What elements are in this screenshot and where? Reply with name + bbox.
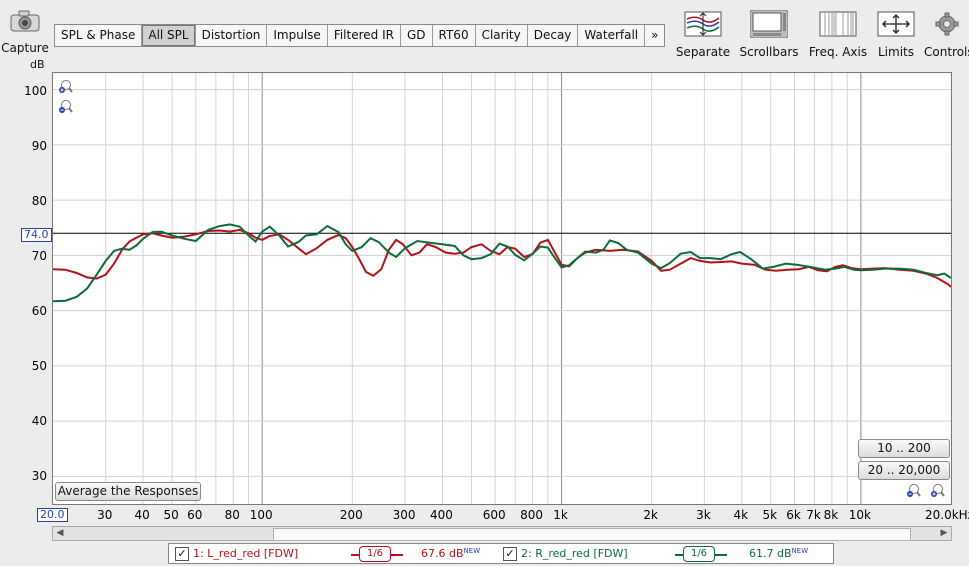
tab-filtered-ir[interactable]: Filtered IR <box>328 25 401 46</box>
legend-checkbox-2[interactable]: ✓ <box>503 547 517 561</box>
freq-axis-button[interactable]: Freq. Axis <box>807 10 869 59</box>
spl-plot[interactable] <box>53 73 951 504</box>
smoothing-badge-2[interactable]: 1/6 <box>683 546 715 562</box>
y-tick-label: 100 <box>24 84 47 98</box>
legend-value-1: 67.6 dBNEW <box>421 547 480 560</box>
scroll-left-icon[interactable]: ◀ <box>53 527 67 540</box>
new-badge-2: NEW <box>791 547 809 555</box>
tab-impulse[interactable]: Impulse <box>267 25 328 46</box>
y-tick-label: 60 <box>31 304 47 318</box>
freq-axis-icon <box>819 11 857 37</box>
legend-value-2-text: 61.7 dB <box>749 547 792 560</box>
horizontal-grid <box>53 89 951 477</box>
x-tick-label: 1k <box>553 508 568 522</box>
limits-label: Limits <box>878 45 914 59</box>
camera-icon <box>10 10 40 32</box>
zoom-out-icon[interactable] <box>57 99 73 115</box>
legend-bar: ✓ 1: L_red_red [FDW] 1/6 67.6 dBNEW ✓ 2:… <box>168 543 834 564</box>
zoom-in-icon[interactable] <box>57 79 73 95</box>
x-tick-label: 400 <box>429 508 453 522</box>
y-unit-label: dB <box>30 58 45 71</box>
average-responses-button[interactable]: Average the Responses <box>55 482 201 501</box>
x-zoom-in-icon[interactable] <box>929 483 945 499</box>
tab-all-spl[interactable]: All SPL <box>142 25 196 46</box>
smoothing-badge-1[interactable]: 1/6 <box>359 546 391 562</box>
gear-icon <box>935 12 959 36</box>
x-start-value-box[interactable]: 20.0 <box>37 508 68 522</box>
capture-button[interactable]: Capture <box>0 10 50 55</box>
x-tick-label: 30 <box>97 508 113 522</box>
scrollbar-thumb[interactable] <box>273 528 911 541</box>
legend-label-2[interactable]: 2: R_red_red [FDW] <box>521 547 628 560</box>
x-tick-label: 200 <box>339 508 363 522</box>
x-tick-label: 20.0kHz <box>925 508 969 522</box>
horizontal-scrollbar[interactable]: ◀ ▶ <box>52 526 952 541</box>
x-tick-label: 10k <box>848 508 871 522</box>
controls-label: Controls <box>924 45 969 59</box>
graph-tabs: SPL & Phase All SPL Distortion Impulse F… <box>54 24 666 47</box>
tab-distortion[interactable]: Distortion <box>196 25 268 46</box>
scrollbars-label: Scrollbars <box>739 45 799 59</box>
tab-waterfall[interactable]: Waterfall <box>578 25 646 46</box>
tab-gd[interactable]: GD <box>401 25 433 46</box>
tab-more[interactable]: » <box>645 25 664 46</box>
x-tick-label: 2k <box>643 508 658 522</box>
legend-checkbox-1[interactable]: ✓ <box>175 547 189 561</box>
limits-icon <box>877 11 915 37</box>
y-tick-label: 80 <box>31 194 47 208</box>
legend-label-1[interactable]: 1: L_red_red [FDW] <box>193 547 298 560</box>
tab-decay[interactable]: Decay <box>528 25 579 46</box>
scrollbars-icon <box>749 9 789 39</box>
y-tick-label: 40 <box>31 414 47 428</box>
x-tick-label: 100 <box>249 508 273 522</box>
range-10-200-button[interactable]: 10 .. 200 <box>858 439 950 458</box>
y-tick-label: 90 <box>31 139 47 153</box>
separate-icon <box>684 11 722 37</box>
x-zoom-out-icon[interactable] <box>905 483 921 499</box>
separate-label: Separate <box>675 45 731 59</box>
x-tick-label: 60 <box>187 508 203 522</box>
x-tick-label: 300 <box>392 508 416 522</box>
legend-value-1-text: 67.6 dB <box>421 547 464 560</box>
legend-value-2: 61.7 dBNEW <box>749 547 808 560</box>
scrollbars-button[interactable]: Scrollbars <box>738 9 800 59</box>
y-tick-label: 70 <box>31 249 47 263</box>
new-badge-1: NEW <box>463 547 481 555</box>
vertical-grid <box>105 73 862 504</box>
tab-clarity[interactable]: Clarity <box>476 25 528 46</box>
scroll-right-icon[interactable]: ▶ <box>937 527 951 540</box>
tab-rt60[interactable]: RT60 <box>433 25 476 46</box>
x-tick-label: 600 <box>482 508 506 522</box>
spl-graph[interactable]: Average the Responses 10 .. 200 20 .. 20… <box>52 72 952 505</box>
x-tick-label: 3k <box>696 508 711 522</box>
capture-label: Capture <box>1 41 49 55</box>
separate-button[interactable]: Separate <box>674 10 732 59</box>
tab-spl-phase[interactable]: SPL & Phase <box>55 25 143 46</box>
freq-axis-label: Freq. Axis <box>808 45 868 59</box>
y-tick-label: 30 <box>31 469 47 483</box>
controls-button[interactable]: Controls <box>924 10 969 59</box>
y-tick-label: 50 <box>31 359 47 373</box>
range-20-20000-button[interactable]: 20 .. 20,000 <box>858 461 950 480</box>
cursor-value-box[interactable]: 74.0 <box>21 228 52 242</box>
limits-button[interactable]: Limits <box>874 10 918 59</box>
